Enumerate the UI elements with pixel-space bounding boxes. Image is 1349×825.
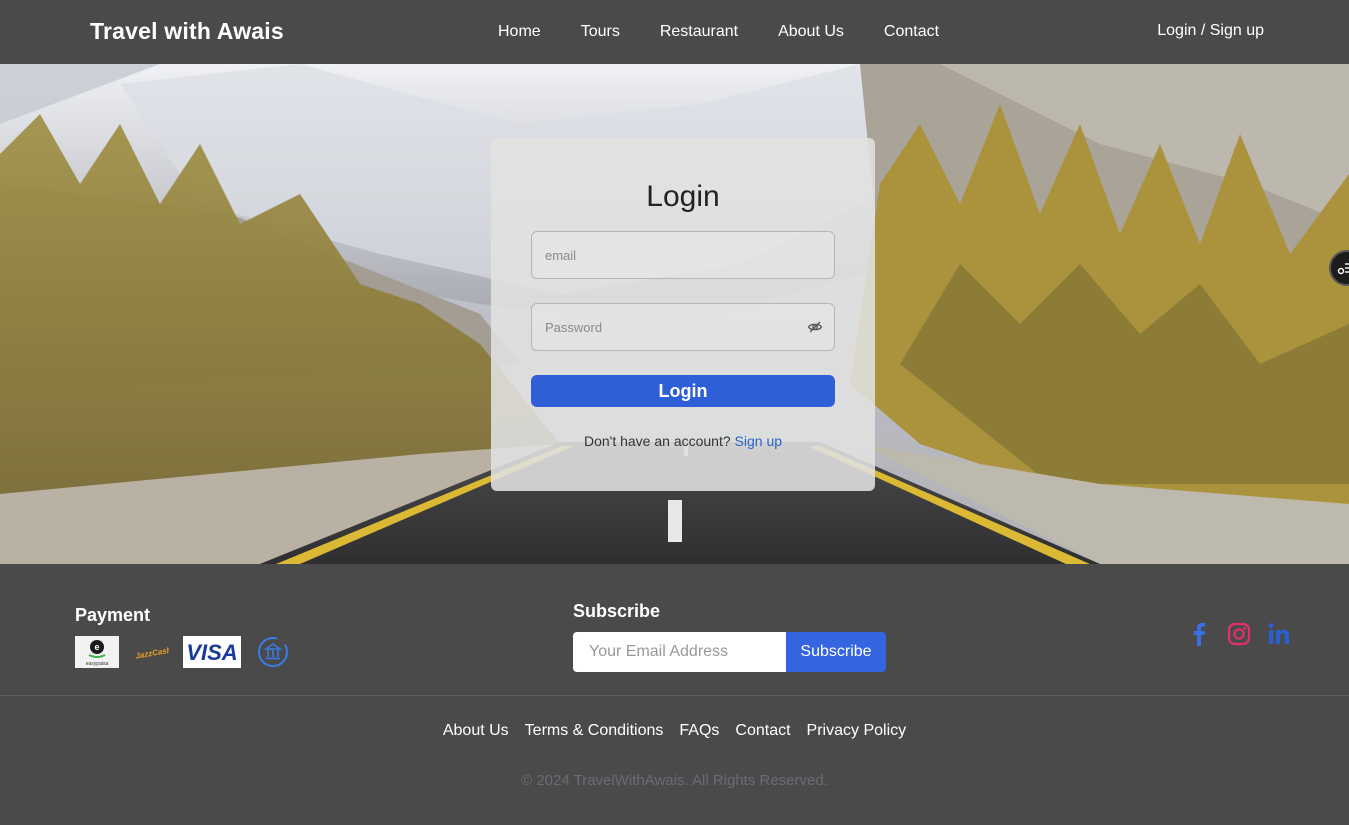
nav-link-home[interactable]: Home (478, 23, 561, 41)
instagram-icon[interactable] (1227, 621, 1251, 647)
footer-top: Payment e easypaisa JazzCash VISA Subscr… (0, 564, 1349, 696)
facebook-icon[interactable] (1187, 621, 1211, 647)
hero-section: Login Login Don't have an account? Sign … (0, 64, 1349, 564)
eye-slash-icon[interactable] (807, 319, 823, 335)
svg-text:e: e (94, 642, 99, 652)
login-button[interactable]: Login (531, 375, 835, 407)
footer-link-contact[interactable]: Contact (727, 722, 798, 740)
brand-logo-text[interactable]: Travel with Awais (90, 18, 284, 45)
copyright-text: © 2024 TravelWithAwais. All Rights Reser… (521, 772, 828, 789)
jazzcash-logo-text: JazzCash (135, 645, 169, 660)
easypaisa-logo: e easypaisa (75, 636, 119, 668)
login-signup-link[interactable]: Login / Sign up (1157, 22, 1264, 40)
nav-link-contact[interactable]: Contact (864, 23, 959, 41)
signup-prompt-text: Don't have an account? (583, 433, 731, 449)
subscribe-email-input[interactable] (573, 632, 787, 672)
easypaisa-logo-text: easypaisa (86, 661, 109, 667)
signup-link[interactable]: Sign up (735, 433, 782, 449)
nav-link-restaurant[interactable]: Restaurant (640, 23, 758, 41)
nav-links: Home Tours Restaurant About Us Contact (478, 0, 959, 64)
footer-link-faqs[interactable]: FAQs (671, 722, 727, 740)
payment-title: Payment (75, 605, 151, 625)
nav-link-about-us[interactable]: About Us (758, 23, 864, 41)
jazzcash-logo: JazzCash (135, 645, 169, 660)
top-navbar: Travel with Awais Home Tours Restaurant … (0, 0, 1349, 64)
settings-toggle-button[interactable] (1329, 250, 1349, 286)
signup-prompt: Don't have an account? Sign up (491, 433, 875, 449)
footer-link-privacy[interactable]: Privacy Policy (799, 722, 915, 740)
visa-logo-text: VISA (186, 640, 237, 665)
nav-link-tours[interactable]: Tours (561, 23, 640, 41)
footer-link-terms[interactable]: Terms & Conditions (517, 722, 672, 740)
footer-link-about-us[interactable]: About Us (435, 722, 517, 740)
email-field[interactable] (531, 231, 835, 279)
visa-logo: VISA (183, 636, 241, 668)
linkedin-icon[interactable] (1267, 621, 1291, 647)
footer-links: About Us Terms & Conditions FAQs Contact… (0, 722, 1349, 740)
password-field[interactable] (531, 303, 835, 351)
login-card: Login Login Don't have an account? Sign … (491, 138, 875, 491)
sliders-icon (1337, 263, 1349, 275)
login-title: Login (646, 180, 720, 213)
bank-icon (258, 637, 288, 667)
subscribe-button[interactable]: Subscribe (786, 632, 886, 672)
subscribe-title: Subscribe (573, 601, 661, 621)
